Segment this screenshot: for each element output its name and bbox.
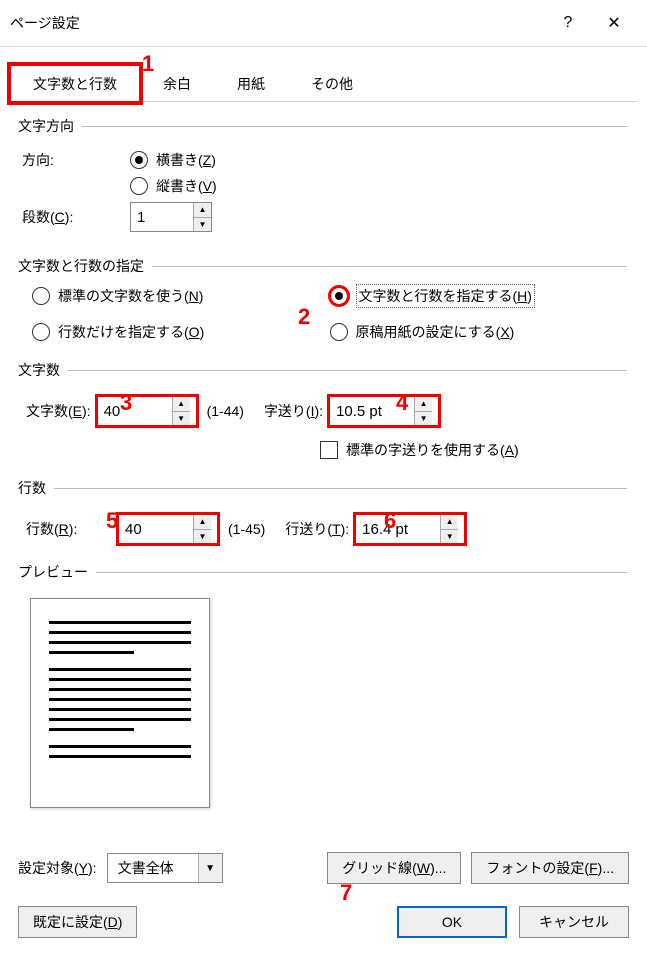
set-default-button[interactable]: 既定に設定(D)	[18, 906, 137, 938]
legend-spec: 文字数と行数の指定	[18, 256, 152, 276]
radio-button-icon	[330, 323, 348, 341]
callout-3: 3	[120, 390, 132, 416]
callout-6: 6	[384, 508, 396, 534]
spinner-up-icon[interactable]: ▲	[173, 397, 190, 412]
group-text-direction: 文字方向 方向: 横書き(Z) 縦書き(V) 段数(C): ▲ ▼	[20, 116, 627, 250]
group-chars-lines-spec: 文字数と行数の指定 2 標準の文字数を使う(N) 文字数と行数を指定する(H) …	[20, 256, 627, 354]
legend-text-direction: 文字方向	[18, 116, 82, 136]
columns-input[interactable]	[131, 203, 193, 231]
radio-specify[interactable]: 文字数と行数を指定する(H)	[330, 284, 535, 308]
close-button[interactable]: ✕	[591, 8, 637, 38]
spinner-down-icon[interactable]: ▼	[173, 412, 190, 426]
callout-4: 4	[396, 390, 408, 416]
dialog-title: ページ設定	[10, 13, 545, 33]
label-direction: 方向:	[22, 150, 114, 170]
spinner-down-icon[interactable]: ▼	[441, 530, 458, 544]
columns-spinner[interactable]: ▲ ▼	[130, 202, 212, 232]
line-count-spinner[interactable]: ▲ ▼	[118, 514, 218, 544]
radio-button-icon	[130, 151, 148, 169]
help-button[interactable]: ?	[545, 8, 591, 38]
apply-to-value: 文書全体	[108, 854, 198, 882]
radio-horizontal[interactable]: 横書き(Z)	[130, 150, 216, 170]
radio-standard[interactable]: 標準の文字数を使う(N)	[32, 286, 203, 306]
chevron-down-icon: ▼	[198, 854, 222, 882]
default-pitch-checkbox[interactable]	[320, 441, 338, 459]
callout-2: 2	[298, 304, 310, 330]
radio-horizontal-label: 横書き(Z)	[156, 150, 216, 170]
radio-button-icon	[32, 287, 50, 305]
char-count-input[interactable]	[98, 397, 172, 425]
char-count-spinner[interactable]: ▲ ▼	[97, 396, 197, 426]
line-count-range: (1-45)	[228, 521, 265, 537]
apply-to-select[interactable]: 文書全体 ▼	[107, 853, 223, 883]
spinner-down-icon[interactable]: ▼	[194, 530, 211, 544]
char-count-range: (1-44)	[207, 403, 244, 419]
radio-lines-only[interactable]: 行数だけを指定する(O)	[32, 322, 204, 342]
radio-standard-label: 標準の文字数を使う(N)	[58, 286, 203, 306]
tab-chars-lines[interactable]: 文字数と行数	[10, 65, 140, 102]
titlebar: ページ設定 ? ✕	[0, 0, 647, 47]
group-preview: プレビュー	[20, 562, 627, 830]
char-pitch-spinner[interactable]: ▲ ▼	[329, 396, 439, 426]
label-apply-to: 設定対象(Y):	[18, 858, 97, 878]
line-count-input[interactable]	[119, 515, 193, 543]
ok-button[interactable]: OK	[397, 906, 507, 938]
radio-lines-only-label: 行数だけを指定する(O)	[58, 322, 204, 342]
spinner-up-icon[interactable]: ▲	[194, 203, 211, 218]
label-char-count: 文字数(E):	[26, 401, 91, 421]
line-pitch-spinner[interactable]: ▲ ▼	[355, 514, 465, 544]
preview-thumbnail	[30, 598, 210, 808]
tab-margins[interactable]: 余白	[140, 65, 214, 102]
tab-paper[interactable]: 用紙	[214, 65, 288, 102]
callout-5: 5	[106, 508, 118, 534]
label-default-pitch: 標準の字送りを使用する(A)	[346, 440, 519, 460]
legend-chars: 文字数	[18, 360, 68, 380]
label-line-count: 行数(R):	[26, 519, 112, 539]
group-chars: 文字数 3 4 文字数(E): ▲ ▼ (1-44) 字送り(I): ▲ ▼ 標…	[20, 360, 627, 472]
line-pitch-input[interactable]	[356, 515, 440, 543]
tab-strip: 文字数と行数 余白 用紙 その他	[0, 57, 647, 102]
tab-other[interactable]: その他	[288, 65, 376, 102]
titlebar-buttons: ? ✕	[545, 8, 637, 38]
spinner-up-icon[interactable]: ▲	[441, 515, 458, 530]
radio-vertical-label: 縦書き(V)	[156, 176, 217, 196]
radio-button-icon	[330, 287, 348, 305]
label-line-pitch: 行送り(T):	[285, 519, 349, 539]
spinner-up-icon[interactable]: ▲	[194, 515, 211, 530]
radio-specify-label: 文字数と行数を指定する(H)	[356, 284, 535, 308]
spinner-down-icon[interactable]: ▼	[194, 218, 211, 232]
spinner-up-icon[interactable]: ▲	[415, 397, 432, 412]
label-char-pitch: 字送り(I):	[264, 401, 323, 421]
label-columns: 段数(C):	[22, 207, 114, 227]
callout-7: 7	[340, 880, 352, 906]
radio-button-icon	[32, 323, 50, 341]
radio-manuscript-label: 原稿用紙の設定にする(X)	[356, 322, 515, 342]
font-settings-button[interactable]: フォントの設定(F)...	[471, 852, 629, 884]
cancel-button[interactable]: キャンセル	[519, 906, 629, 938]
radio-manuscript[interactable]: 原稿用紙の設定にする(X)	[330, 322, 515, 342]
legend-lines: 行数	[18, 478, 54, 498]
group-lines: 行数 5 6 行数(R): ▲ ▼ (1-45) 行送り(T): ▲ ▼	[20, 478, 627, 556]
legend-preview: プレビュー	[18, 562, 96, 582]
radio-vertical[interactable]: 縦書き(V)	[130, 176, 217, 196]
radio-button-icon	[130, 177, 148, 195]
spinner-down-icon[interactable]: ▼	[415, 412, 432, 426]
